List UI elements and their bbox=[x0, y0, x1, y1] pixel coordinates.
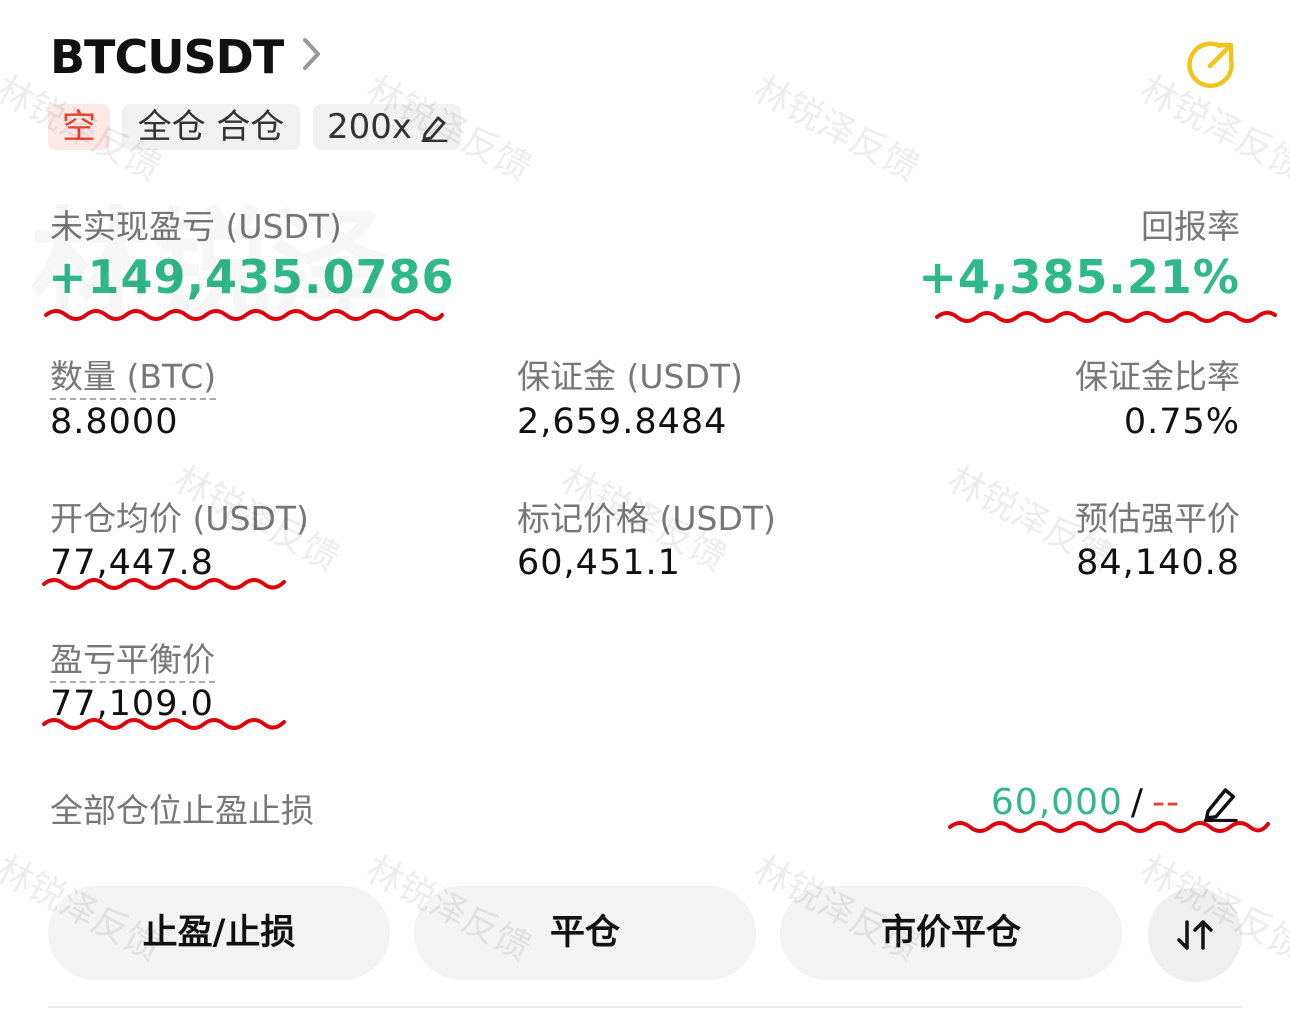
unrealized-pnl-value: +149,435.0786 bbox=[48, 250, 455, 304]
roi-value: +4,385.21% bbox=[918, 250, 1240, 304]
chevron-right-icon[interactable] bbox=[298, 34, 326, 74]
close-position-button[interactable]: 平仓 bbox=[414, 886, 756, 980]
side-tag: 空 bbox=[48, 104, 110, 150]
leverage-tag[interactable]: 200x bbox=[313, 104, 461, 150]
tpsl-label: 全部仓位止盈止损 bbox=[50, 791, 314, 830]
margin-value: 2,659.8484 bbox=[517, 402, 728, 442]
liq-price-label: 预估强平价 bbox=[1075, 499, 1240, 538]
liq-price-value: 84,140.8 bbox=[1076, 543, 1240, 583]
annotation-squiggle bbox=[948, 821, 1270, 833]
margin-mode-tag: 全仓 合仓 bbox=[122, 104, 300, 150]
annotation-squiggle bbox=[42, 718, 286, 730]
annotation-squiggle bbox=[935, 310, 1277, 323]
edit-icon[interactable] bbox=[419, 112, 449, 142]
margin-label: 保证金 (USDT) bbox=[517, 357, 743, 396]
tpsl-button[interactable]: 止盈/止损 bbox=[48, 886, 390, 980]
leverage-value: 200x bbox=[327, 107, 413, 147]
mark-price-value: 60,451.1 bbox=[517, 543, 681, 583]
unrealized-pnl-label: 未实现盈亏 (USDT) bbox=[50, 207, 342, 246]
market-close-button[interactable]: 市价平仓 bbox=[780, 886, 1122, 980]
annotation-squiggle bbox=[44, 309, 444, 321]
quantity-label[interactable]: 数量 (BTC) bbox=[50, 350, 217, 400]
quantity-value: 8.8000 bbox=[50, 402, 179, 442]
divider bbox=[48, 1006, 1242, 1008]
swap-button[interactable] bbox=[1148, 888, 1242, 982]
roi-label: 回报率 bbox=[1141, 207, 1240, 246]
symbol-title[interactable]: BTCUSDT bbox=[50, 30, 284, 84]
watermark: 林锐泽反馈 bbox=[747, 68, 926, 190]
share-icon[interactable] bbox=[1186, 38, 1238, 90]
mark-price-label: 标记价格 (USDT) bbox=[517, 499, 776, 538]
margin-ratio-label: 保证金比率 bbox=[1075, 357, 1240, 396]
entry-price-label: 开仓均价 (USDT) bbox=[50, 499, 309, 538]
annotation-squiggle bbox=[42, 578, 286, 590]
breakeven-label[interactable]: 盈亏平衡价 bbox=[50, 633, 215, 683]
swap-icon bbox=[1177, 920, 1213, 950]
margin-ratio-value: 0.75% bbox=[1123, 402, 1240, 442]
